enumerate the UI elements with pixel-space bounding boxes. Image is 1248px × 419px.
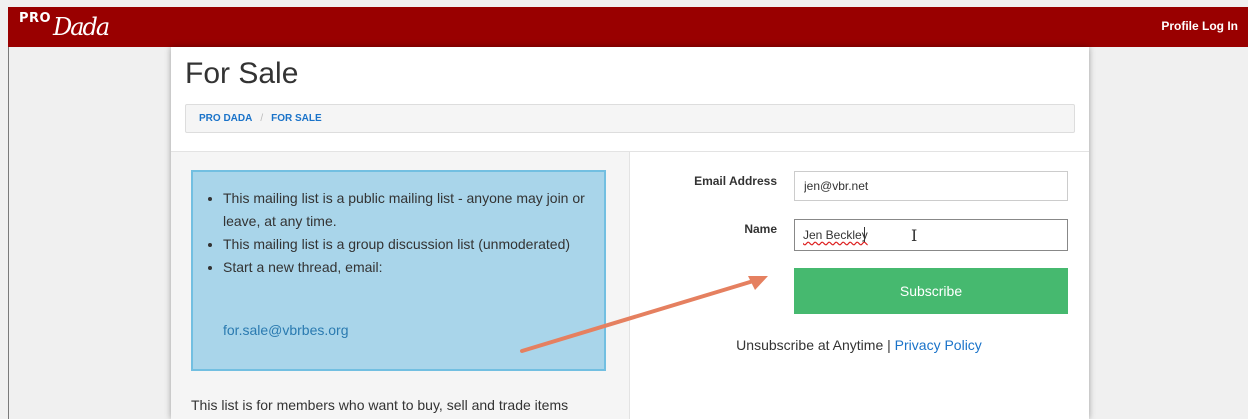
unsubscribe-separator: | [887, 337, 891, 353]
breadcrumb: PRO DADA / FOR SALE [185, 104, 1075, 133]
privacy-policy-link[interactable]: Privacy Policy [895, 337, 982, 353]
main-card: For Sale PRO DADA / FOR SALE This mailing … [171, 47, 1089, 419]
email-field[interactable] [794, 171, 1068, 201]
subscribe-button[interactable]: Subscribe [794, 268, 1068, 314]
list-email-link[interactable]: for.sale@vbrbes.org [223, 322, 349, 338]
name-field-value: Jen Beckley [803, 228, 868, 242]
logo-dada-text: Dada [53, 13, 110, 41]
prodada-logo[interactable]: PRO Dada [17, 9, 110, 43]
top-nav-bar: PRO Dada Profile Log In [8, 7, 1248, 47]
info-bullet-new-thread: Start a new thread, email: [223, 256, 594, 279]
ibeam-cursor-icon: I [911, 226, 918, 245]
list-info-pane: This mailing list is a public mailing li… [171, 152, 629, 419]
name-label: Name [744, 222, 777, 236]
breadcrumb-separator: / [260, 113, 264, 124]
page-title: For Sale [185, 57, 299, 90]
email-address-label: Email Address [694, 174, 777, 188]
text-caret [864, 227, 865, 242]
breadcrumb-for-sale[interactable]: FOR SALE [271, 113, 322, 124]
info-bullet-public: This mailing list is a public mailing li… [223, 187, 594, 233]
logo-pro-text: PRO [19, 11, 52, 26]
info-bullet-discussion: This mailing list is a group discussion … [223, 233, 594, 256]
unsubscribe-line: Unsubscribe at Anytime | Privacy Policy [629, 337, 1089, 353]
column-divider [629, 151, 630, 419]
list-description: This list is for members who want to buy… [191, 397, 569, 413]
name-field[interactable]: Jen Beckley I [794, 219, 1068, 251]
list-info-bullets: This mailing list is a public mailing li… [193, 187, 594, 279]
list-info-box: This mailing list is a public mailing li… [191, 170, 606, 371]
profile-login-link[interactable]: Profile Log In [1161, 19, 1238, 33]
breadcrumb-pro-dada[interactable]: PRO DADA [199, 113, 252, 124]
unsubscribe-text: Unsubscribe at Anytime [736, 337, 884, 353]
page-left-border [8, 47, 9, 419]
